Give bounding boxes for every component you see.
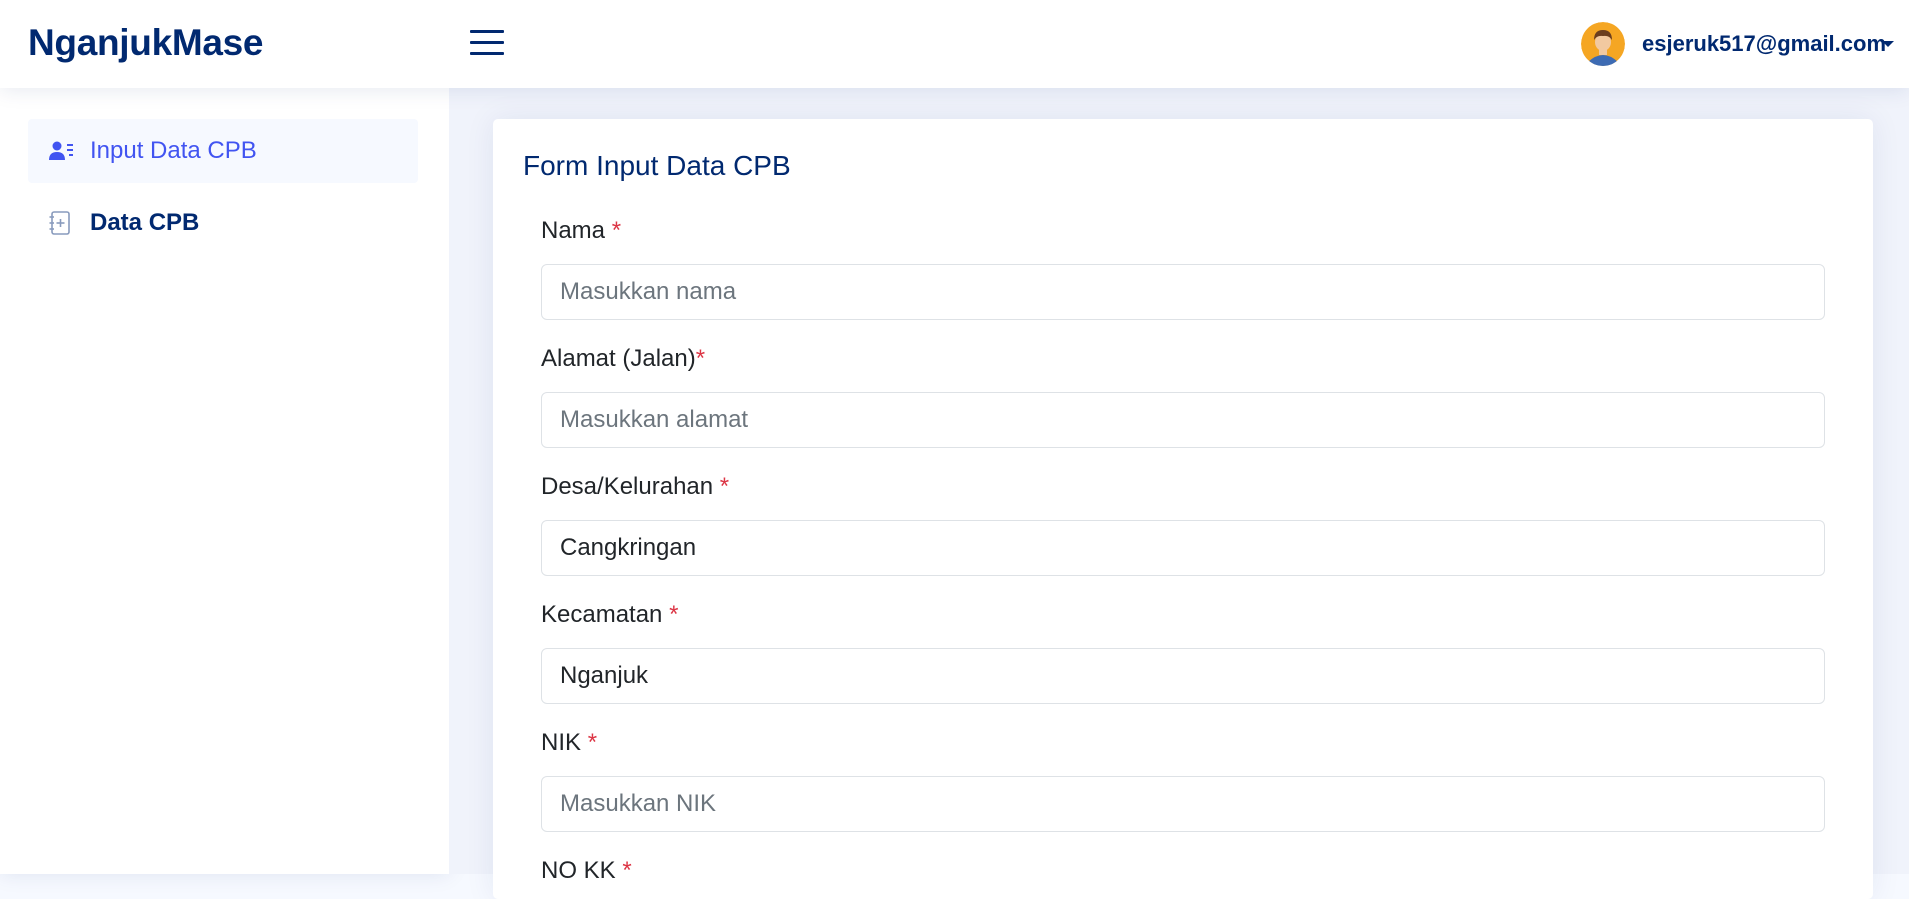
- nama-label: Nama *: [541, 217, 622, 244]
- alamat-label: Alamat (Jalan)*: [541, 345, 706, 372]
- app-logo[interactable]: NganjukMase: [28, 22, 264, 64]
- journal-plus-icon: [49, 211, 70, 235]
- sidebar-item-input-data-cpb[interactable]: Input Data CPB: [28, 119, 418, 183]
- kecamatan-input[interactable]: [541, 648, 1825, 704]
- hamburger-menu-icon[interactable]: [470, 28, 504, 58]
- caret-down-icon[interactable]: [1882, 41, 1894, 47]
- form-title: Form Input Data CPB: [523, 150, 791, 181]
- sidebar-item-data-cpb[interactable]: Data CPB: [28, 191, 418, 255]
- nama-input[interactable]: [541, 264, 1825, 320]
- kecamatan-label: Kecamatan *: [541, 601, 679, 628]
- required-mark: *: [622, 857, 632, 884]
- required-mark: *: [587, 729, 598, 756]
- form-card: Form Input Data CPB Nama * Alamat (Jalan…: [493, 119, 1873, 899]
- sidebar-item-label: Input Data CPB: [90, 137, 257, 164]
- person-lines-icon: [49, 141, 73, 160]
- required-mark: *: [669, 601, 679, 628]
- sidebar-item-label: Data CPB: [90, 209, 200, 236]
- desa-kelurahan-label: Desa/Kelurahan *: [541, 473, 730, 500]
- desa-kelurahan-input[interactable]: [541, 520, 1825, 576]
- alamat-input[interactable]: [541, 392, 1825, 448]
- nik-label: NIK *: [541, 729, 598, 756]
- user-email-dropdown[interactable]: esjeruk517@gmail.com: [1642, 31, 1886, 57]
- required-mark: *: [611, 217, 622, 244]
- nik-input[interactable]: [541, 776, 1825, 832]
- user-avatar[interactable]: [1581, 22, 1625, 66]
- sidebar: Input Data CPB Data CPB: [0, 88, 449, 874]
- required-mark: *: [695, 345, 706, 372]
- no-kk-label: NO KK *: [541, 857, 632, 884]
- top-header: NganjukMase esjeruk517@gmail.com: [0, 0, 1909, 88]
- main-content: Form Input Data CPB Nama * Alamat (Jalan…: [449, 88, 1909, 899]
- required-mark: *: [719, 473, 730, 500]
